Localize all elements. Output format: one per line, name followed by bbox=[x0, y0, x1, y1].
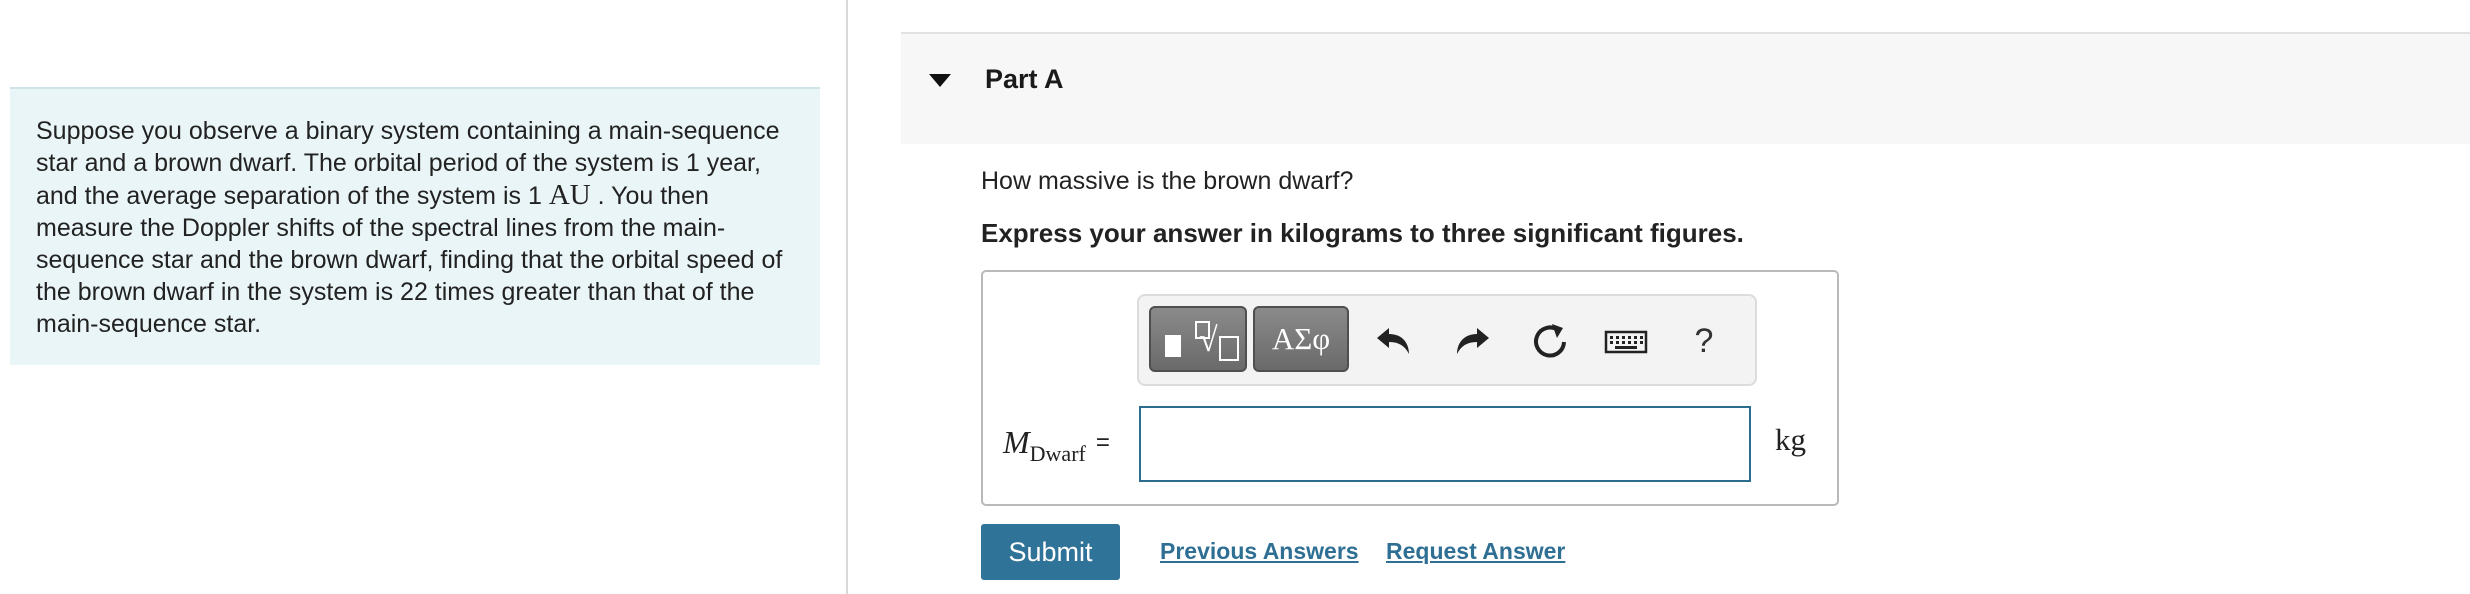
templates-icon[interactable]: √ bbox=[1149, 306, 1247, 372]
submit-button[interactable]: Submit bbox=[981, 524, 1120, 580]
part-title: Part A bbox=[985, 64, 1064, 94]
answer-variable-label: MDwarf = bbox=[1003, 424, 1110, 467]
collapse-caret-icon[interactable] bbox=[929, 74, 951, 87]
variable-symbol: M bbox=[1003, 424, 1030, 460]
problem-text: Suppose you observe a binary system cont… bbox=[36, 115, 794, 340]
problem-column: Suppose you observe a binary system cont… bbox=[0, 0, 846, 594]
math-toolbar: √ ΑΣφ ? bbox=[1137, 294, 1757, 386]
answer-unit: kg bbox=[1775, 422, 1806, 457]
reset-icon[interactable] bbox=[1525, 314, 1575, 368]
variable-subscript: Dwarf bbox=[1029, 441, 1086, 466]
answer-input[interactable] bbox=[1139, 406, 1751, 482]
help-icon[interactable]: ? bbox=[1679, 314, 1729, 368]
unit-au: AU bbox=[548, 179, 591, 211]
answer-box: √ ΑΣφ ? MDwarf = kg bbox=[981, 270, 1839, 506]
undo-icon[interactable] bbox=[1369, 314, 1419, 368]
keyboard-icon[interactable] bbox=[1601, 314, 1651, 368]
greek-letters-icon[interactable]: ΑΣφ bbox=[1253, 306, 1349, 372]
request-answer-link[interactable]: Request Answer bbox=[1386, 538, 1565, 565]
answer-instruction: Express your answer in kilograms to thre… bbox=[981, 218, 1744, 248]
column-divider bbox=[846, 0, 848, 594]
equals-sign: = bbox=[1095, 429, 1110, 456]
part-header[interactable]: Part A bbox=[901, 32, 2470, 144]
problem-statement-box: Suppose you observe a binary system cont… bbox=[10, 87, 820, 365]
redo-icon[interactable] bbox=[1447, 314, 1497, 368]
previous-answers-link[interactable]: Previous Answers bbox=[1160, 538, 1359, 565]
question-text: How massive is the brown dwarf? bbox=[981, 167, 1354, 195]
